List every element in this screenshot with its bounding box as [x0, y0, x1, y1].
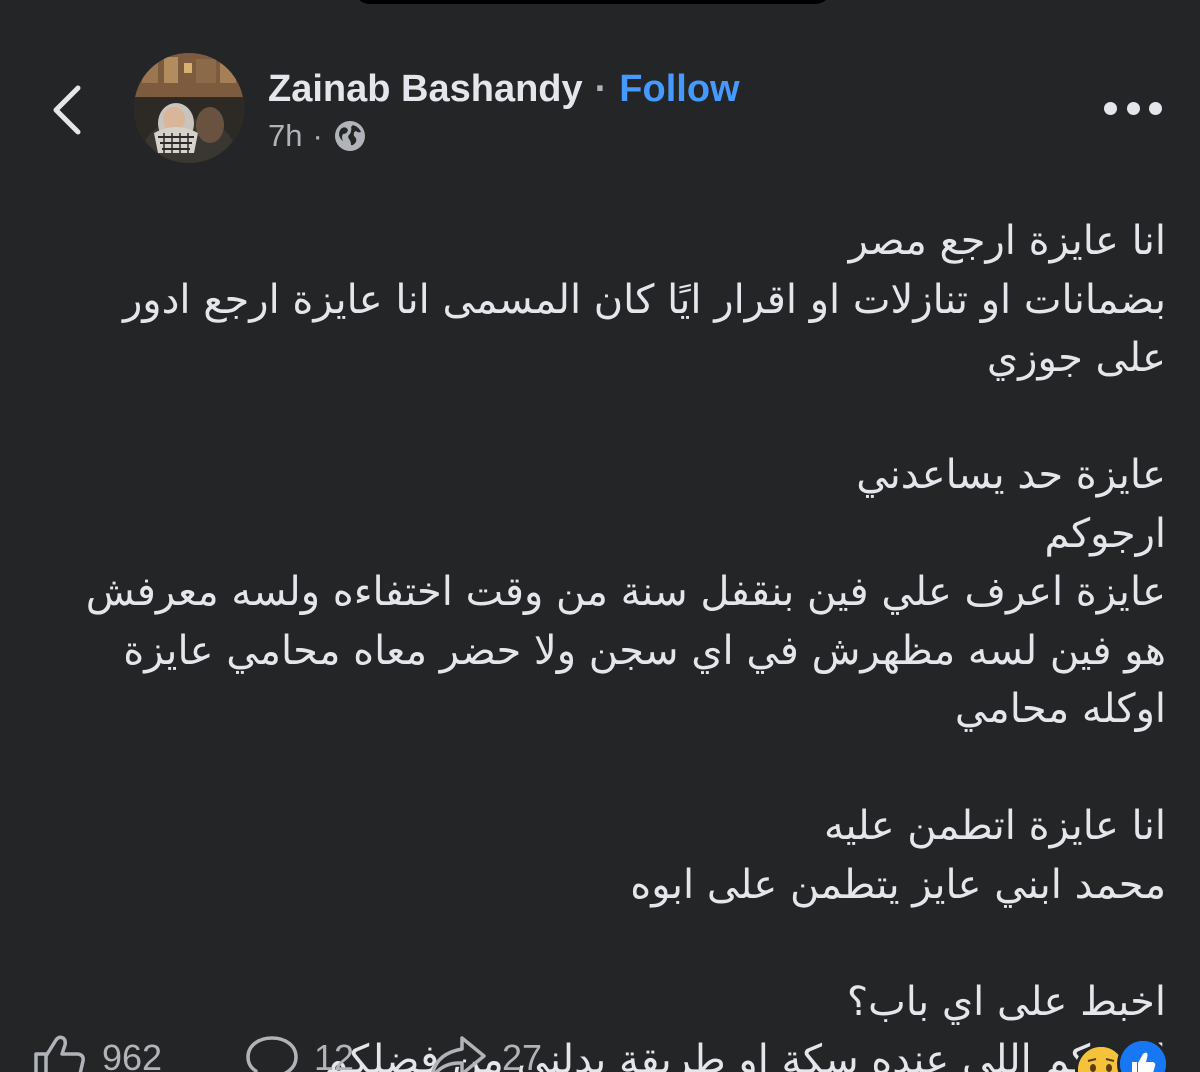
author-line: Zainab Bashandy · Follow [268, 64, 740, 114]
globe-icon[interactable] [333, 119, 367, 153]
comment-bubble-icon [246, 1036, 298, 1072]
share-count: 27 [502, 1037, 543, 1072]
more-dot-icon [1104, 101, 1117, 115]
like-count: 962 [102, 1037, 163, 1072]
post-line: محمد ابني عايز يتطمن على ابوه [630, 861, 1166, 908]
post-view-screen: Zainab Bashandy · Follow 7h · انا عايزة … [0, 0, 1200, 1072]
comment-button[interactable]: 12 [244, 1034, 354, 1072]
comment-count: 12 [314, 1037, 355, 1072]
follow-button[interactable]: Follow [619, 68, 739, 111]
post-line: بضمانات او تنازلات او اقرار ايًا كان الم… [110, 276, 1166, 382]
like-badge-icon [1117, 1038, 1169, 1072]
share-arrow-icon [431, 1036, 486, 1072]
author-name[interactable]: Zainab Bashandy [268, 68, 583, 111]
post-header: Zainab Bashandy · Follow 7h · [0, 50, 1200, 170]
post-text: انا عايزة ارجع مصر بضمانات او تنازلات او… [60, 212, 1166, 1072]
post-actions-bar: 962 12 27 [0, 1030, 1200, 1072]
device-notch [355, 0, 830, 4]
author-avatar[interactable] [134, 53, 244, 163]
more-dot-icon [1149, 101, 1162, 115]
post-line: انا عايزة اتطمن عليه [823, 803, 1166, 849]
meta-separator: · [312, 118, 323, 153]
post-line: عايزة حد يساعدني [856, 452, 1166, 498]
more-options-button[interactable] [1104, 96, 1162, 120]
post-line: ارجوكم [1044, 510, 1166, 557]
share-button[interactable]: 27 [428, 1034, 542, 1072]
thumbs-up-icon [34, 1035, 85, 1072]
post-meta: 7h · [268, 116, 367, 156]
like-button[interactable]: 962 [32, 1034, 162, 1072]
post-line: انا عايزة ارجع مصر [848, 218, 1166, 264]
back-button[interactable] [38, 78, 96, 142]
name-separator: · [594, 67, 608, 110]
post-line: اخبط على اي باب؟ [846, 978, 1166, 1025]
more-dot-icon [1126, 101, 1140, 115]
post-time[interactable]: 7h [268, 118, 302, 154]
reaction-summary[interactable] [1075, 1038, 1170, 1072]
chevron-left-icon [53, 85, 81, 135]
post-line: عايزة اعرف علي فين بنقفل سنة من وقت اختف… [73, 569, 1166, 732]
